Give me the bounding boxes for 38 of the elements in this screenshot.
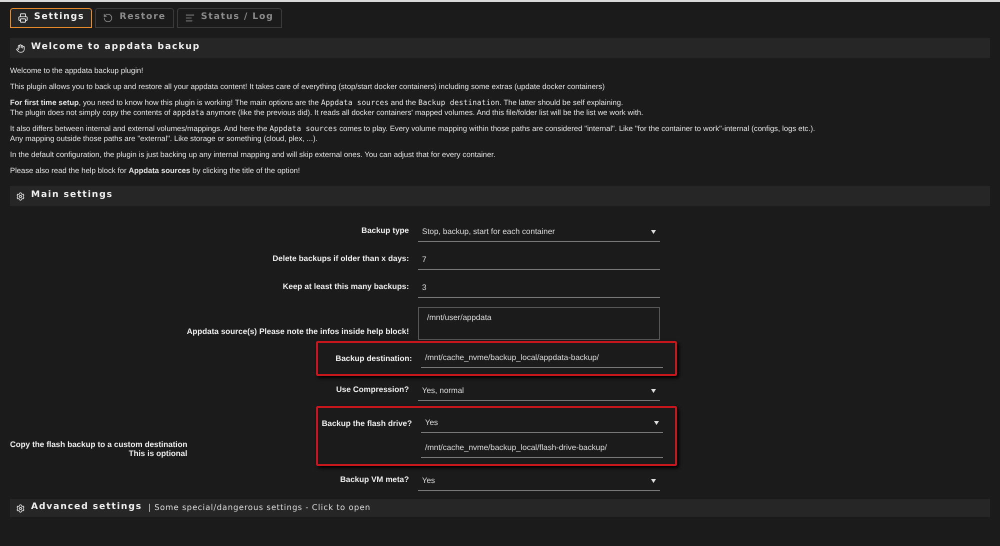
input-field[interactable]: /mnt/cache_nvme/backup_local/appdata-backup/ bbox=[421, 349, 663, 368]
field-label: Backup VM meta? bbox=[340, 474, 409, 486]
section-subtitle: | Some special/dangerous settings - Click to open bbox=[148, 502, 371, 514]
caret-icon bbox=[651, 230, 656, 234]
tab-icon bbox=[184, 13, 195, 23]
section-title: Advanced settings bbox=[31, 501, 142, 514]
text-area[interactable]: /mnt/user/appdata bbox=[418, 307, 660, 340]
tab-icon bbox=[103, 13, 114, 23]
tab[interactable]: Restore bbox=[95, 8, 174, 28]
section-header[interactable]: Welcome to appdata backup bbox=[10, 38, 990, 58]
input-field[interactable]: 3 bbox=[418, 278, 660, 298]
field-label: Use Compression? bbox=[336, 384, 409, 396]
field-label: Delete backups if older than x days: bbox=[272, 253, 409, 265]
caret-icon bbox=[654, 421, 659, 425]
section-header[interactable]: Main settings bbox=[10, 186, 990, 206]
dropdown[interactable]: Yes bbox=[421, 414, 663, 433]
field-label: Copy the flash backup to a custom destination This is optional bbox=[10, 440, 188, 458]
field-label: Keep at least this many backups: bbox=[282, 281, 409, 293]
hand-icon bbox=[16, 44, 25, 52]
tab[interactable]: Status / Log bbox=[176, 8, 282, 28]
caret-icon bbox=[651, 388, 656, 392]
gear-icon bbox=[16, 504, 25, 512]
section-header[interactable]: Advanced settings | Some special/dangerous settings - Click to open bbox=[10, 499, 990, 517]
section-title: Welcome to appdata backup bbox=[31, 41, 200, 54]
gear-icon bbox=[16, 192, 25, 200]
field-label: Backup destination: bbox=[336, 352, 412, 364]
tab-icon bbox=[18, 13, 28, 23]
input-field[interactable]: /mnt/cache_nvme/backup_local/flash-drive-backup/ bbox=[421, 439, 663, 458]
tab[interactable]: Settings bbox=[10, 8, 92, 28]
input-field[interactable]: 7 bbox=[418, 250, 660, 270]
dropdown[interactable]: Yes bbox=[418, 472, 660, 490]
section-title: Main settings bbox=[31, 189, 114, 202]
dropdown[interactable]: Yes, normal bbox=[418, 382, 660, 400]
field-label: Backup type bbox=[361, 225, 409, 237]
field-label: Appdata source(s) Please note the infos inside help block! bbox=[186, 326, 409, 338]
caret-icon bbox=[651, 478, 656, 482]
dropdown[interactable]: Stop, backup, start for each container bbox=[418, 222, 660, 242]
field-label: Backup the flash drive? bbox=[322, 418, 412, 430]
